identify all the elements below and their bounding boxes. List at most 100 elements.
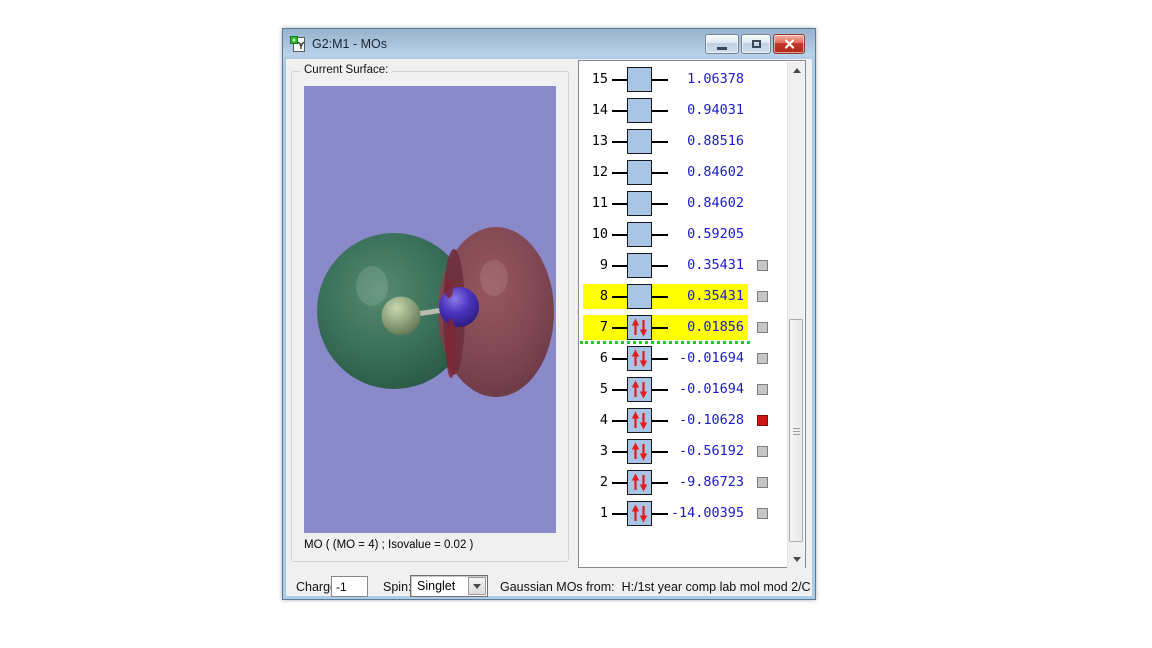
mo-energy-value: 1.06378	[667, 67, 744, 92]
mo-level-line-right	[652, 110, 668, 112]
mo-level-line-left	[612, 203, 627, 205]
electron-pair-icon	[628, 471, 651, 494]
mo-select-checkbox[interactable]	[757, 446, 768, 457]
source-path: H:/1st year comp lab mol mod 2/C	[622, 580, 811, 594]
close-icon	[784, 39, 795, 49]
mo-level-box[interactable]	[627, 501, 652, 526]
mo-energy-value: -0.01694	[667, 377, 744, 402]
mo-row[interactable]: 14 0.94031	[579, 98, 787, 123]
mo-number: 8	[579, 284, 608, 309]
mo-level-line-left	[612, 451, 627, 453]
mo-number: 6	[579, 346, 608, 371]
mo-level-line-right	[652, 265, 668, 267]
mo-select-checkbox[interactable]	[757, 291, 768, 302]
mo-level-box[interactable]	[627, 315, 652, 340]
charge-input[interactable]	[331, 576, 368, 597]
mo-number: 14	[579, 98, 608, 123]
mo-level-box[interactable]	[627, 408, 652, 433]
mo-row[interactable]: 12 0.84602	[579, 160, 787, 185]
scroll-down-button[interactable]	[788, 551, 805, 568]
mo-select-checkbox[interactable]	[757, 384, 768, 395]
mo-level-line-right	[652, 420, 668, 422]
mo-number: 3	[579, 439, 608, 464]
mo-level-box[interactable]	[627, 129, 652, 154]
mo-level-box[interactable]	[627, 222, 652, 247]
mo-row[interactable]: 4 -0.10628	[579, 408, 787, 433]
mo-row[interactable]: 11 0.84602	[579, 191, 787, 216]
mo-select-checkbox[interactable]	[757, 260, 768, 271]
electron-pair-icon	[628, 347, 651, 370]
mo-level-box[interactable]	[627, 191, 652, 216]
current-surface-groupbox: Current Surface:	[291, 71, 569, 562]
mo-level-box[interactable]	[627, 346, 652, 371]
mo-row[interactable]: 5 -0.01694	[579, 377, 787, 402]
scroll-up-icon	[793, 68, 801, 73]
mo-number: 12	[579, 160, 608, 185]
mo-number: 15	[579, 67, 608, 92]
mo-select-checkbox[interactable]	[757, 322, 768, 333]
mo-row[interactable]: 1 -14.00395	[579, 501, 787, 526]
scroll-up-button[interactable]	[788, 62, 805, 79]
mo-level-box[interactable]	[627, 253, 652, 278]
minimize-icon	[717, 47, 727, 50]
mo-level-line-right	[652, 203, 668, 205]
homo-lumo-divider	[580, 341, 750, 344]
mo-row[interactable]: 3 -0.56192	[579, 439, 787, 464]
mo-level-line-left	[612, 420, 627, 422]
mo-level-line-right	[652, 358, 668, 360]
mo-number: 11	[579, 191, 608, 216]
mo-row[interactable]: 10 0.59205	[579, 222, 787, 247]
mo-level-box[interactable]	[627, 67, 652, 92]
minimize-button[interactable]	[705, 34, 739, 54]
close-button[interactable]	[773, 34, 805, 54]
electron-pair-icon	[628, 440, 651, 463]
electron-pair-icon	[628, 316, 651, 339]
mo-level-line-right	[652, 296, 668, 298]
mo-select-checkbox[interactable]	[757, 508, 768, 519]
mo-level-line-left	[612, 513, 627, 515]
mo-energy-value: -0.56192	[667, 439, 744, 464]
mo-list-scrollbar[interactable]	[787, 62, 804, 568]
mo-level-box[interactable]	[627, 377, 652, 402]
spin-select[interactable]: Singlet	[410, 575, 488, 597]
atom-right	[439, 287, 479, 327]
mo-number: 10	[579, 222, 608, 247]
titlebar[interactable]: G2:M1 - MOs	[283, 29, 815, 59]
mo-row[interactable]: 13 0.88516	[579, 129, 787, 154]
scrollbar-thumb[interactable]	[789, 319, 803, 542]
mo-select-checkbox[interactable]	[757, 477, 768, 488]
mo-row[interactable]: 9 0.35431	[579, 253, 787, 278]
mo-level-line-right	[652, 451, 668, 453]
orbital-surface-render[interactable]	[304, 86, 556, 533]
mo-row[interactable]: 7 0.01856	[579, 315, 787, 340]
mo-level-box[interactable]	[627, 284, 652, 309]
mo-select-checkbox[interactable]	[757, 353, 768, 364]
mo-number: 4	[579, 408, 608, 433]
mo-energy-value: -9.86723	[667, 470, 744, 495]
mo-level-line-right	[652, 79, 668, 81]
mo-select-checkbox[interactable]	[757, 415, 768, 426]
scroll-down-icon	[793, 557, 801, 562]
spin-dropdown-button[interactable]	[468, 577, 486, 595]
mo-level-box[interactable]	[627, 439, 652, 464]
mo-row[interactable]: 8 0.35431	[579, 284, 787, 309]
mo-energy-value: -14.00395	[667, 501, 744, 526]
mo-level-box[interactable]	[627, 470, 652, 495]
spin-selected-value: Singlet	[417, 576, 455, 596]
mo-level-line-right	[652, 389, 668, 391]
electron-pair-icon	[628, 502, 651, 525]
mo-energy-value: -0.01694	[667, 346, 744, 371]
mo-level-line-left	[612, 482, 627, 484]
restore-button[interactable]	[741, 34, 771, 54]
mo-energy-value: -0.10628	[667, 408, 744, 433]
mo-row[interactable]: 2 -9.86723	[579, 470, 787, 495]
mo-level-box[interactable]	[627, 160, 652, 185]
mo-energy-value: 0.59205	[667, 222, 744, 247]
mo-row[interactable]: 6 -0.01694	[579, 346, 787, 371]
mo-level-line-left	[612, 141, 627, 143]
mo-rows: 15 1.06378 14 0.94031	[579, 61, 787, 567]
mo-level-line-right	[652, 172, 668, 174]
mo-row[interactable]: 15 1.06378	[579, 67, 787, 92]
mo-level-box[interactable]	[627, 98, 652, 123]
mo-level-line-left	[612, 358, 627, 360]
